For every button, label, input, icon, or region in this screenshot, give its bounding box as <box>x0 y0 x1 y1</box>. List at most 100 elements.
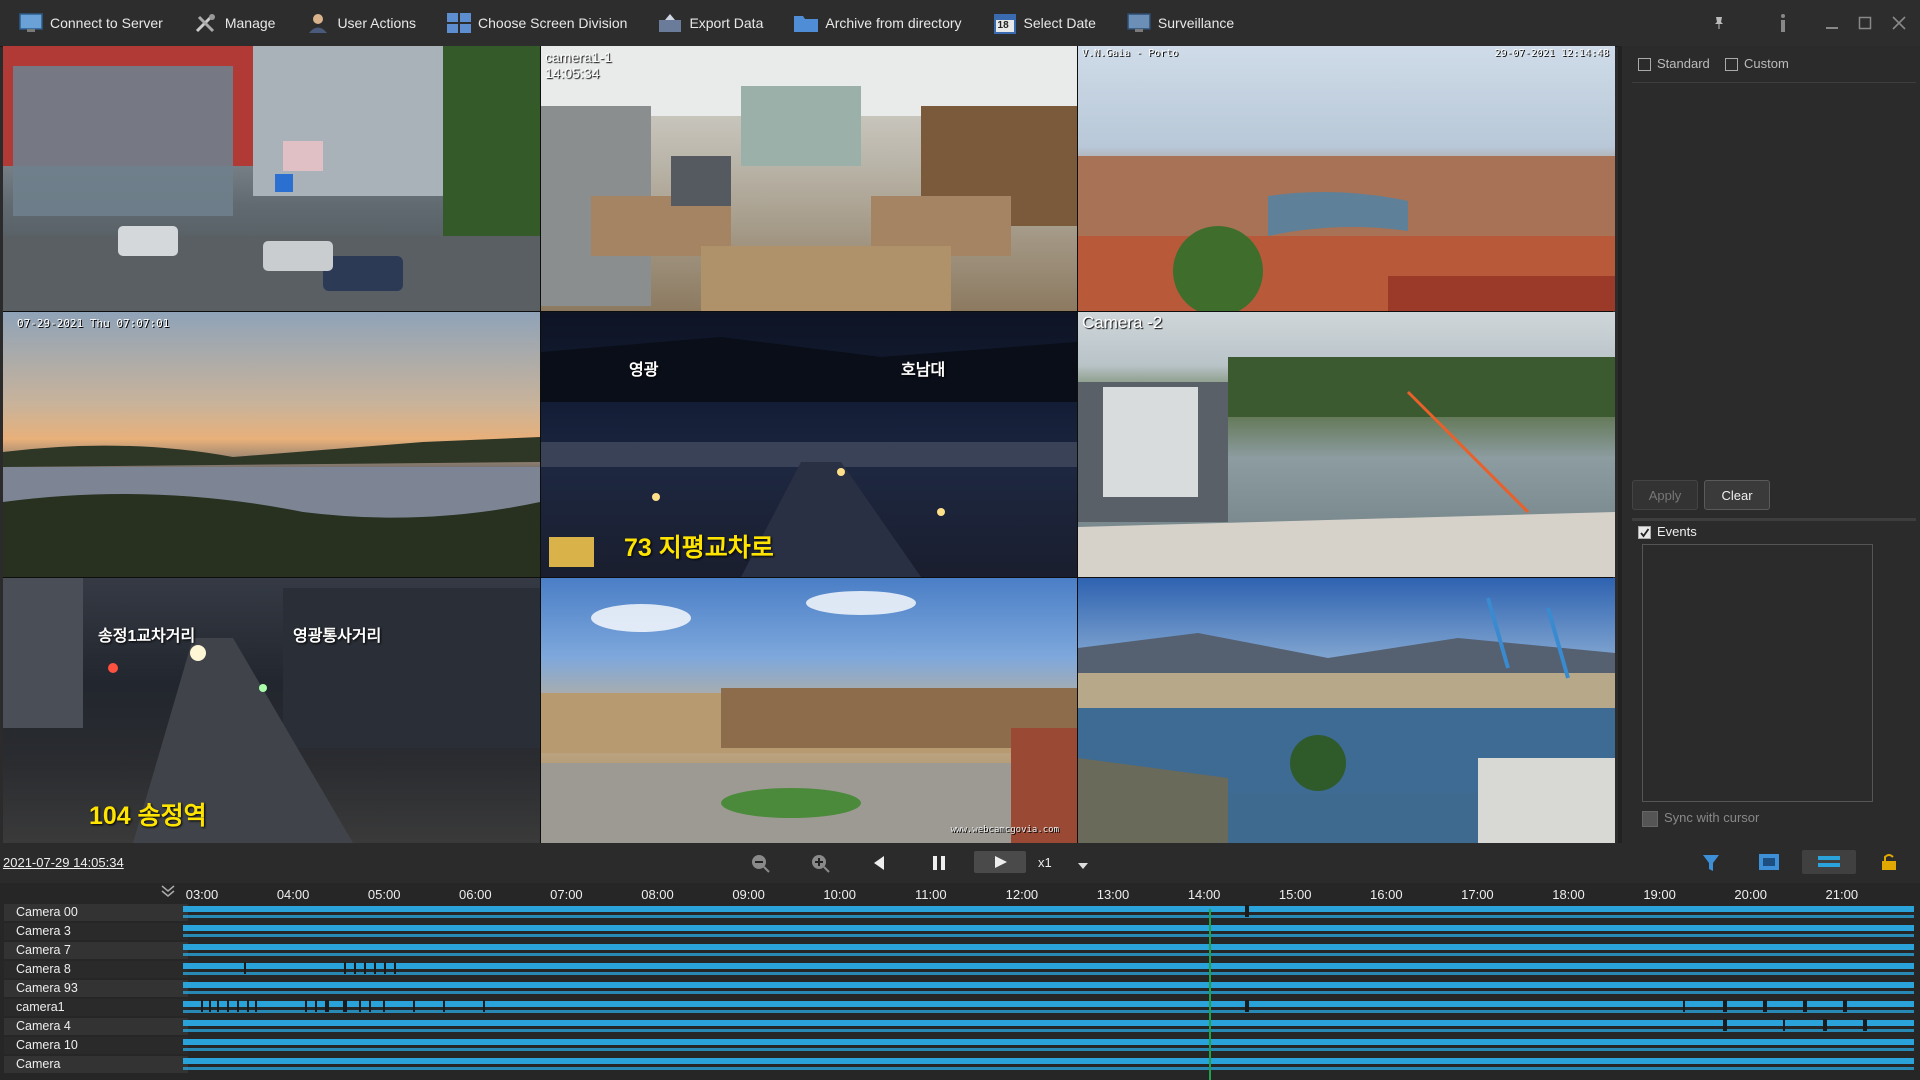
timeline-track[interactable] <box>183 1055 1914 1074</box>
timeline-row[interactable]: Camera 3 <box>0 922 1920 941</box>
timeline-hour-label: 07:00 <box>550 887 583 902</box>
timeline-hour-label: 08:00 <box>641 887 674 902</box>
minimize-icon[interactable] <box>1817 0 1847 46</box>
timeline-track[interactable] <box>183 1017 1914 1036</box>
timeline-track[interactable] <box>183 960 1914 979</box>
recording-bar <box>183 982 1914 988</box>
recording-bar <box>183 991 1914 994</box>
timeline-row[interactable]: Camera 4 <box>0 1017 1920 1036</box>
playback-speed-select[interactable]: x1 <box>1038 855 1052 870</box>
timeline-hour-axis: 03:00 04:00 05:00 06:00 07:00 08:00 09:00 10:00… <box>183 887 1914 902</box>
sync-checkbox[interactable] <box>1642 810 1658 827</box>
recording-gap <box>1723 1000 1727 1012</box>
recording-gap <box>1803 1000 1807 1012</box>
timeline-track[interactable] <box>183 1036 1914 1055</box>
recording-gap <box>1763 1000 1767 1012</box>
export-data-button[interactable]: Export Data <box>639 0 775 46</box>
archive-from-directory-button[interactable]: Archive from directory <box>775 0 973 46</box>
standard-option[interactable]: Standard <box>1638 56 1710 72</box>
timeline-camera-name: Camera 3 <box>4 923 188 940</box>
lock-icon[interactable] <box>1880 853 1898 876</box>
connect-to-server-button[interactable]: Connect to Server <box>0 0 175 46</box>
camera-view-2[interactable]: camera1-1 14:05:34 <box>541 46 1077 311</box>
timeline-row[interactable]: Camera <box>0 1055 1920 1074</box>
recording-bar <box>183 953 1914 956</box>
recording-bar <box>183 1048 1914 1051</box>
playback-control-bar: 2021-07-29 14:05:34 x1 <box>0 843 1920 883</box>
timeline-track[interactable] <box>183 998 1914 1017</box>
timeline-panel[interactable]: 03:00 04:00 05:00 06:00 07:00 08:00 09:00 10:00… <box>0 883 1920 1080</box>
pause-icon[interactable] <box>932 855 946 876</box>
export-clip-icon[interactable] <box>1758 852 1780 877</box>
osd-location: 73 지평교차로 <box>624 534 774 562</box>
camera-view-3[interactable]: V.N.Gaia - Porto 29-07-2021 12:14:48 <box>1078 46 1615 311</box>
choose-screen-division-button[interactable]: Choose Screen Division <box>428 0 639 46</box>
timeline-camera-name: Camera <box>4 1056 188 1073</box>
pin-icon[interactable] <box>1704 0 1734 46</box>
timeline-row[interactable]: Camera 7 <box>0 941 1920 960</box>
timeline-hour-label: 20:00 <box>1734 887 1767 902</box>
events-option[interactable]: Events <box>1638 524 1697 540</box>
camera-view-9[interactable] <box>1078 578 1615 843</box>
timeline-view-toggle[interactable] <box>1802 850 1856 874</box>
timeline-row[interactable]: camera1 <box>0 998 1920 1017</box>
info-icon[interactable] <box>1768 0 1798 46</box>
chevron-down-icon[interactable] <box>1078 857 1088 875</box>
apply-button[interactable]: Apply <box>1632 480 1698 510</box>
custom-checkbox[interactable] <box>1725 58 1738 72</box>
recording-gap <box>1823 1019 1827 1031</box>
maximize-icon[interactable] <box>1850 0 1880 46</box>
events-checkbox[interactable] <box>1638 526 1651 540</box>
timeline-track[interactable] <box>183 922 1914 941</box>
timeline-row[interactable]: Camera 10 <box>0 1036 1920 1055</box>
zoom-out-icon[interactable] <box>750 853 770 878</box>
close-icon[interactable] <box>1884 0 1914 46</box>
manage-button[interactable]: Manage <box>175 0 288 46</box>
events-label: Events <box>1657 524 1697 539</box>
standard-checkbox[interactable] <box>1638 58 1651 72</box>
camera-view-5[interactable]: 영광 호남대 73 지평교차로 <box>541 312 1077 577</box>
recording-gap <box>354 962 356 974</box>
camera-view-6[interactable]: Camera -2 <box>1078 312 1615 577</box>
sync-with-cursor-option[interactable]: Sync with cursor <box>1642 810 1759 827</box>
timeline-row[interactable]: Camera 00 <box>0 903 1920 922</box>
select-date-button[interactable]: 18 Select Date <box>974 0 1108 46</box>
timeline-cursor[interactable] <box>1209 909 1212 1080</box>
osd-location: 104 송정역 <box>89 802 207 830</box>
zoom-in-icon[interactable] <box>810 853 830 878</box>
recording-gap <box>244 962 246 974</box>
timeline-row[interactable]: Camera 8 <box>0 960 1920 979</box>
timeline-track[interactable] <box>183 979 1914 998</box>
custom-option[interactable]: Custom <box>1725 56 1789 72</box>
recording-gap <box>315 1000 317 1012</box>
camera-view-7[interactable]: 송정1교차거리 영광통사거리 104 송정역 <box>3 578 540 843</box>
user-actions-button[interactable]: User Actions <box>287 0 428 46</box>
camera-timestamp: 07-29-2021 Thu 07:07:01 <box>17 317 170 330</box>
recording-gap <box>325 1000 329 1012</box>
camera-timestamp: 29-07-2021 12:14:48 <box>1494 48 1609 59</box>
current-datetime[interactable]: 2021-07-29 14:05:34 <box>3 855 124 870</box>
timeline-hour-label: 11:00 <box>915 887 947 902</box>
collapse-icon[interactable] <box>160 883 176 904</box>
timeline-row[interactable]: Camera 93 <box>0 979 1920 998</box>
timeline-track[interactable] <box>183 941 1914 960</box>
timeline-track[interactable] <box>183 903 1914 922</box>
play-button[interactable] <box>974 851 1026 873</box>
surveillance-button[interactable]: Surveillance <box>1108 0 1246 46</box>
camera-view-1[interactable] <box>3 46 540 311</box>
camera-view-8[interactable]: www.webcamcgovia.com <box>541 578 1077 843</box>
osd-direction-left: 송정1교차거리 <box>98 628 196 645</box>
step-back-icon[interactable] <box>872 855 886 876</box>
camera-view-4[interactable]: 07-29-2021 Thu 07:07:01 <box>3 312 540 577</box>
recording-gap <box>374 962 376 974</box>
timeline-hour-label: 17:00 <box>1461 887 1494 902</box>
timeline-hour-label: 06:00 <box>459 887 492 902</box>
camera-timestamp: 14:05:34 <box>545 65 600 81</box>
recording-gap <box>1245 905 1249 917</box>
clear-button[interactable]: Clear <box>1704 480 1770 510</box>
custom-label: Custom <box>1744 56 1789 71</box>
events-list[interactable] <box>1642 544 1873 802</box>
calendar-icon: 18 <box>992 12 1018 34</box>
timeline-camera-name: camera1 <box>4 999 188 1016</box>
filter-icon[interactable] <box>1702 853 1720 878</box>
